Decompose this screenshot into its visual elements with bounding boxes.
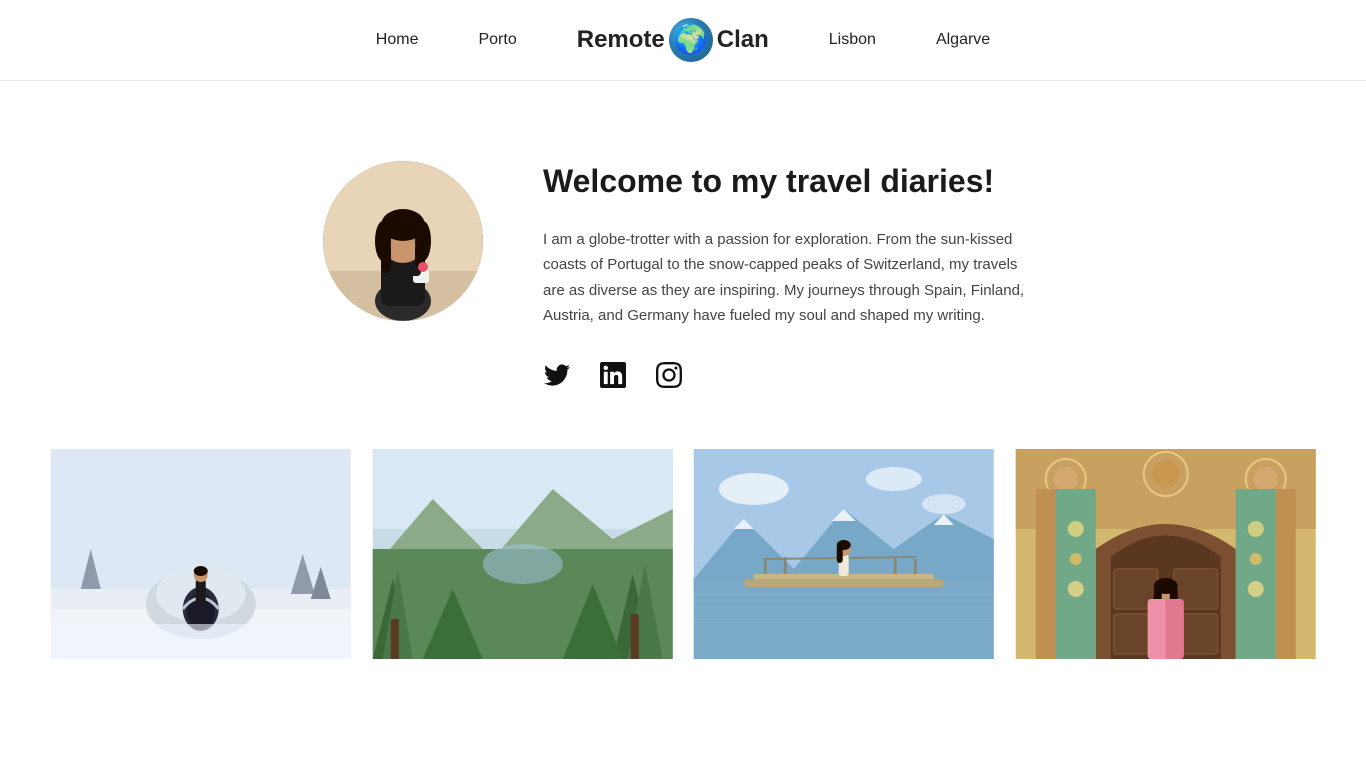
nav-lisbon-link[interactable]: Lisbon <box>829 31 876 49</box>
linkedin-link[interactable] <box>599 361 627 389</box>
instagram-link[interactable] <box>655 361 683 389</box>
photo-card-4[interactable] <box>1013 449 1319 659</box>
nav-algarve-link[interactable]: Algarve <box>936 31 990 49</box>
avatar <box>323 161 483 321</box>
logo-clan-text: Clan <box>717 26 769 54</box>
linkedin-icon <box>600 362 626 388</box>
nav-home-link[interactable]: Home <box>376 31 419 49</box>
nav-porto-link[interactable]: Porto <box>478 31 516 49</box>
photo-card-2[interactable] <box>370 449 676 659</box>
hero-content: Welcome to my travel diaries! I am a glo… <box>543 161 1043 389</box>
globe-icon: 🌍 <box>669 18 713 62</box>
hero-description: I am a globe-trotter with a passion for … <box>543 227 1043 329</box>
logo-remote-text: Remote <box>577 26 665 54</box>
photo-card-1[interactable] <box>48 449 354 659</box>
photo-grid <box>0 449 1366 659</box>
twitter-link[interactable] <box>543 361 571 389</box>
photo-card-3[interactable] <box>691 449 997 659</box>
twitter-icon <box>544 362 570 388</box>
social-icons <box>543 361 1043 389</box>
navigation: Home Porto Remote 🌍 Clan Lisbon Algarve <box>0 0 1366 81</box>
instagram-icon <box>656 362 682 388</box>
hero-section: Welcome to my travel diaries! I am a glo… <box>183 81 1183 449</box>
nav-logo[interactable]: Remote 🌍 Clan <box>577 18 769 62</box>
hero-title: Welcome to my travel diaries! <box>543 161 1043 203</box>
